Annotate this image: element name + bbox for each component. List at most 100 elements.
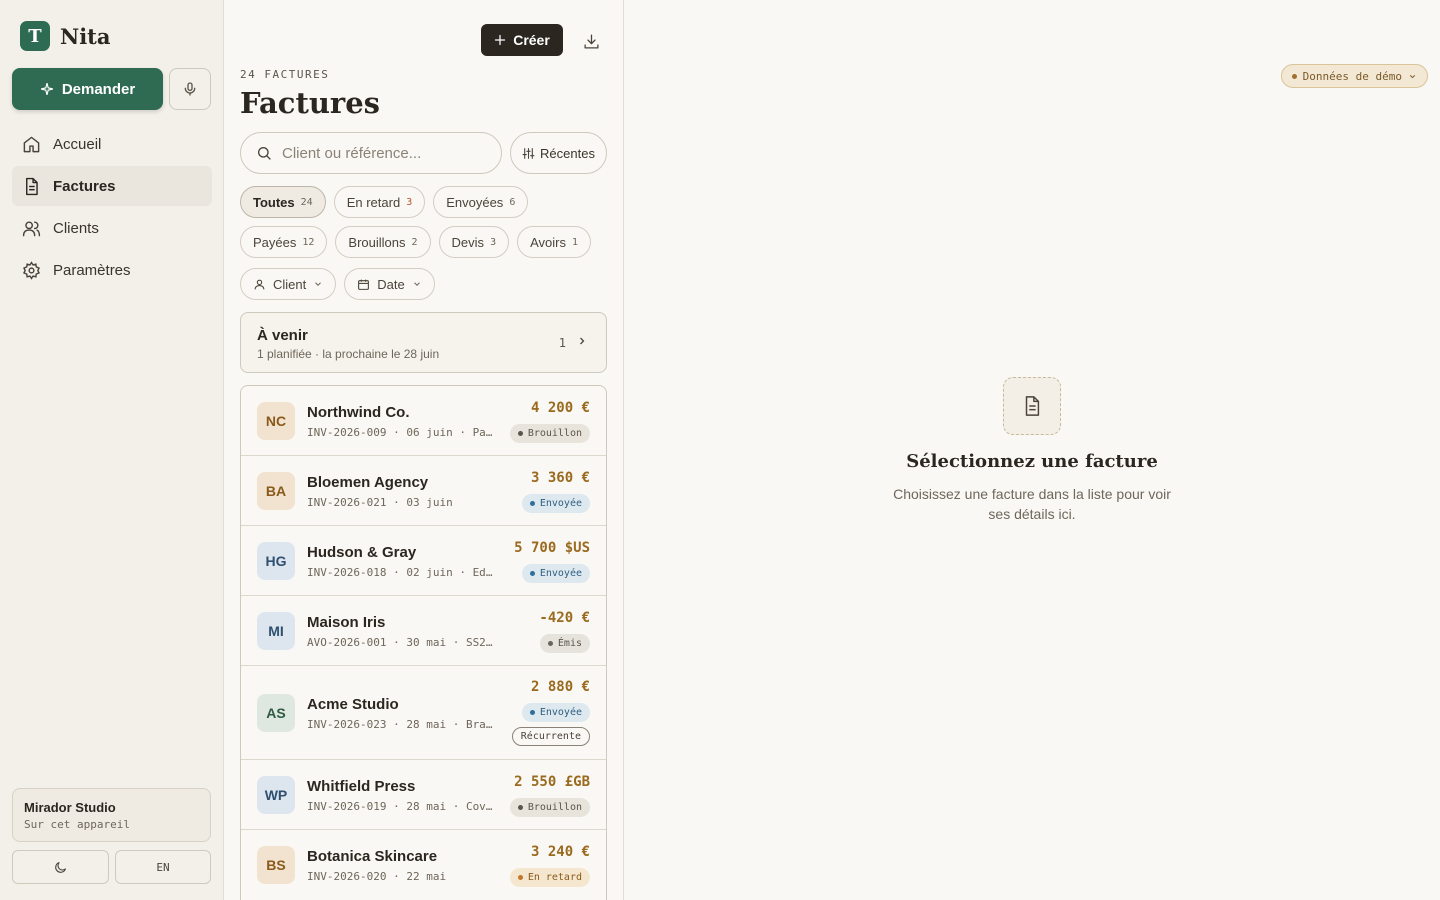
client-name: Maison Iris xyxy=(307,614,386,631)
microphone-icon xyxy=(184,82,196,96)
upcoming-invoices-card[interactable]: À venir 1 planifiée · la prochaine le 28… xyxy=(240,312,607,373)
chip-envoyees[interactable]: Envoyées 6 xyxy=(433,186,529,218)
filter-label: Date xyxy=(377,276,405,292)
date-filter-dropdown[interactable]: Date xyxy=(344,268,435,300)
status-label: En retard xyxy=(527,872,582,883)
sidebar-item-factures[interactable]: Factures xyxy=(12,166,212,206)
sidebar: T Nita Demander Accueil Factures Clients… xyxy=(0,0,224,900)
status-badge: Brouillon xyxy=(509,798,590,817)
client-avatar: HG xyxy=(257,542,295,580)
chip-brouillons[interactable]: Brouillons 2 xyxy=(335,226,431,258)
filter-label: Client xyxy=(273,276,307,292)
search-icon xyxy=(258,147,271,160)
invoice-row[interactable]: AS Acme Studio INV-2026-023 · 28 mai · Bra… xyxy=(241,666,606,760)
recurring-label: Récurrente xyxy=(520,731,581,742)
status-dot xyxy=(517,805,523,810)
invoice-amount: -420 € xyxy=(539,610,590,626)
document-icon xyxy=(1025,396,1040,416)
chip-count: 12 xyxy=(302,236,315,248)
sidebar-item-clients[interactable]: Clients xyxy=(12,208,212,248)
recurring-badge: Récurrente xyxy=(511,727,590,746)
sidebar-item-parametres[interactable]: Paramètres xyxy=(12,250,212,290)
invoice-row[interactable]: BS Botanica Skincare INV-2026-020 · 22 mai… xyxy=(241,830,606,900)
workspace-switcher[interactable]: Mirador Studio Sur cet appareil xyxy=(12,788,211,842)
invoice-count-label: 24 FACTURES xyxy=(240,68,330,81)
client-name: Bloemen Agency xyxy=(307,474,429,491)
invoice-meta: INV-2026-009 · 06 juin · Pa… xyxy=(307,426,493,439)
invoice-meta: INV-2026-023 · 28 mai · Bran… xyxy=(307,718,497,731)
chip-label: Brouillons xyxy=(348,234,406,250)
client-avatar: WP xyxy=(257,776,295,814)
empty-state-icon xyxy=(1003,377,1061,435)
invoice-row[interactable]: NC Northwind Co. INV-2026-009 · 06 juin · … xyxy=(241,386,606,456)
demo-data-label: Données de démo xyxy=(1302,69,1402,83)
ask-button[interactable]: Demander xyxy=(12,68,163,110)
status-filter-row-1: Toutes 24 En retard 3 Envoyées 6 xyxy=(240,186,529,218)
language-button[interactable]: EN xyxy=(115,850,211,884)
sparkle-icon xyxy=(40,83,53,95)
chip-toutes[interactable]: Toutes 24 xyxy=(240,186,326,218)
status-badge: Émis xyxy=(539,634,590,653)
chip-payees[interactable]: Payées 12 xyxy=(240,226,328,258)
sort-button[interactable]: Récentes xyxy=(510,132,607,174)
invoice-row[interactable]: HG Hudson & Gray INV-2026-018 · 02 juin · … xyxy=(241,526,606,596)
client-avatar: AS xyxy=(257,694,295,732)
invoice-amount: 3 360 € xyxy=(530,470,590,486)
status-label: Brouillon xyxy=(527,428,582,439)
invoice-meta: INV-2026-020 · 22 mai xyxy=(307,870,447,883)
invoice-meta: AVO-2026-001 · 30 mai · SS27 loo… xyxy=(307,636,497,649)
demo-data-dropdown[interactable]: Données de démo xyxy=(1280,64,1428,88)
chip-count: 3 xyxy=(490,236,497,248)
invoice-amount: 2 880 € xyxy=(530,679,590,695)
sort-label: Récentes xyxy=(540,145,595,161)
invoice-row[interactable]: BA Bloemen Agency INV-2026-021 · 03 juin 3 … xyxy=(241,456,606,526)
chip-label: Devis xyxy=(451,234,485,250)
chevron-right-icon xyxy=(580,337,585,345)
workspace-sub: Sur cet appareil xyxy=(24,818,130,831)
home-icon xyxy=(23,136,40,152)
chip-label: Envoyées xyxy=(446,194,504,210)
client-name: Whitfield Press xyxy=(307,778,416,795)
client-avatar: BA xyxy=(257,472,295,510)
chip-avoirs[interactable]: Avoirs 1 xyxy=(517,226,592,258)
client-avatar: NC xyxy=(257,402,295,440)
sidebar-item-accueil[interactable]: Accueil xyxy=(12,124,212,164)
status-label: Émis xyxy=(557,638,582,649)
sidebar-item-label: Accueil xyxy=(53,135,102,153)
invoice-amount: 5 700 $US xyxy=(514,540,590,556)
invoice-row[interactable]: MI Maison Iris AVO-2026-001 · 30 mai · SS2… xyxy=(241,596,606,666)
invoice-meta: INV-2026-021 · 03 juin xyxy=(307,496,453,509)
status-dot xyxy=(1291,73,1297,79)
client-avatar: MI xyxy=(257,612,295,650)
status-label: Envoyée xyxy=(539,568,582,579)
users-icon xyxy=(22,220,41,236)
client-name: Hudson & Gray xyxy=(307,544,417,561)
chip-en-retard[interactable]: En retard 3 xyxy=(333,186,426,218)
gear-icon xyxy=(23,260,40,280)
download-button[interactable] xyxy=(578,28,604,54)
invoice-amount: 3 240 € xyxy=(530,844,590,860)
empty-state-title: Sélectionnez une facture xyxy=(906,451,1158,472)
dropdown-filters: Client Date xyxy=(240,268,435,300)
status-badge: Envoyée xyxy=(521,703,590,722)
invoice-row[interactable]: WP Whitfield Press INV-2026-019 · 28 mai ·… xyxy=(241,760,606,830)
create-button[interactable]: Créer xyxy=(481,24,563,56)
brand[interactable]: T Nita xyxy=(20,21,110,51)
chevron-down-icon xyxy=(315,282,322,286)
search-input[interactable] xyxy=(282,144,482,162)
sliders-icon xyxy=(522,147,535,159)
invoice-detail-panel: Données de démo Sélectionnez une facture… xyxy=(624,0,1440,900)
user-icon xyxy=(254,279,265,289)
theme-toggle-button[interactable] xyxy=(12,850,109,884)
client-name: Acme Studio xyxy=(307,696,399,713)
document-icon xyxy=(26,177,38,195)
brand-name: Nita xyxy=(60,23,111,49)
voice-button[interactable] xyxy=(169,68,211,110)
chip-count: 3 xyxy=(406,196,413,208)
sidebar-item-label: Factures xyxy=(53,177,116,195)
chip-devis[interactable]: Devis 3 xyxy=(438,226,510,258)
invoice-list-panel: Créer 24 FACTURES Factures Récentes Tout… xyxy=(224,0,624,900)
empty-state-description: Choisissez une facture dans la liste pou… xyxy=(893,486,1171,522)
client-filter-dropdown[interactable]: Client xyxy=(240,268,337,300)
chevron-down-icon xyxy=(1409,74,1416,78)
